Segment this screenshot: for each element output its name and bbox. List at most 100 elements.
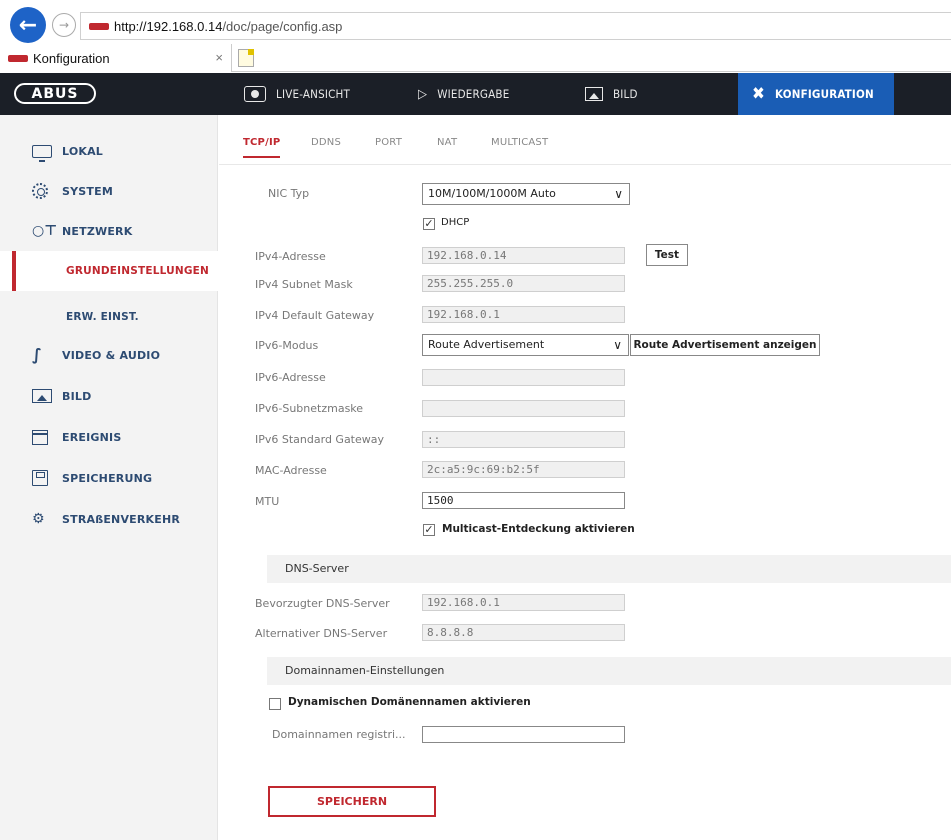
- picture-icon: [585, 87, 603, 101]
- sidebar-item-label: STRAßENVERKEHR: [62, 512, 181, 526]
- ipv6-mode-value: Route Advertisement: [428, 338, 545, 351]
- route-advertisement-button[interactable]: Route Advertisement anzeigen: [630, 334, 820, 356]
- back-arrow-icon[interactable]: ←: [10, 7, 46, 43]
- dynamic-domain-label: Dynamischen Domänennamen aktivieren: [288, 696, 531, 708]
- ipv6-mode-select[interactable]: Route Advertisement ∨: [422, 334, 629, 356]
- picture-icon: [32, 389, 52, 403]
- nic-type-select[interactable]: 10M/100M/1000M Auto ∨: [422, 183, 630, 205]
- multicast-checkbox[interactable]: ✓: [423, 524, 435, 536]
- sidebar-item-label: SPEICHERUNG: [62, 471, 153, 485]
- sidebar-item-ereignis[interactable]: EREIGNIS: [0, 417, 218, 457]
- nav-label: WIEDERGABE: [437, 87, 510, 101]
- dns-section-header: DNS-Server: [267, 555, 951, 583]
- nav-label: BILD: [613, 87, 638, 101]
- site-favicon: [89, 22, 109, 30]
- new-tab-icon[interactable]: [238, 49, 254, 67]
- sidebar-item-label: EREIGNIS: [62, 430, 122, 444]
- tab-ddns[interactable]: DDNS: [311, 137, 341, 148]
- nav-wiedergabe[interactable]: ▷ WIEDERGABE: [418, 73, 509, 115]
- address-bar[interactable]: http://192.168.0.14/doc/page/config.asp: [80, 12, 951, 40]
- network-icon: ○⊤: [32, 223, 58, 239]
- ipv6-gateway-field[interactable]: ::: [422, 431, 625, 448]
- sidebar-item-bild[interactable]: BILD: [0, 376, 218, 416]
- domain-register-label: Domainnamen registri...: [272, 728, 406, 741]
- sidebar-item-label: LOKAL: [62, 144, 104, 158]
- tab-favicon: [8, 54, 28, 62]
- tab-nat[interactable]: NAT: [437, 137, 457, 148]
- browser-chrome: ← → http://192.168.0.14/doc/page/config.…: [0, 0, 951, 72]
- ipv6-subnet-label: IPv6-Subnetzmaske: [255, 402, 364, 415]
- ipv4-gateway-field[interactable]: 192.168.0.1: [422, 306, 625, 323]
- sidebar-item-strassenverkehr[interactable]: ⚙ STRAßENVERKEHR: [0, 499, 218, 539]
- sidebar-item-system[interactable]: SYSTEM: [0, 171, 218, 211]
- sidebar-item-video-audio[interactable]: ∫ VIDEO & AUDIO: [0, 335, 218, 375]
- dhcp-label: DHCP: [441, 217, 470, 228]
- nic-type-label: NIC Typ: [268, 187, 310, 200]
- forward-arrow-icon[interactable]: →: [52, 13, 76, 37]
- preferred-dns-label: Bevorzugter DNS-Server: [255, 597, 390, 610]
- browser-tab[interactable]: Konfiguration ×: [0, 44, 232, 72]
- mtu-label: MTU: [255, 495, 280, 508]
- event-icon: [32, 429, 48, 445]
- ipv4-subnet-label: IPv4 Subnet Mask: [255, 278, 353, 291]
- ipv4-address-field[interactable]: 192.168.0.14: [422, 247, 625, 264]
- ipv6-address-field[interactable]: [422, 369, 625, 386]
- sidebar-item-label: VIDEO & AUDIO: [62, 348, 161, 362]
- tab-tcpip[interactable]: TCP/IP: [243, 137, 281, 158]
- mtu-field[interactable]: 1500: [422, 492, 625, 509]
- sidebar-item-erw-einst[interactable]: ERW. EINST.: [0, 297, 218, 337]
- chevron-down-icon: ∨: [614, 187, 623, 201]
- ipv6-subnet-field[interactable]: [422, 400, 625, 417]
- sidebar-item-lokal[interactable]: LOKAL: [0, 131, 218, 171]
- nic-type-value: 10M/100M/1000M Auto: [428, 187, 556, 200]
- sidebar-item-grundeinstellungen[interactable]: GRUNDEINSTELLUNGEN: [0, 251, 218, 291]
- browser-tabstrip: Konfiguration ×: [0, 44, 951, 72]
- tools-icon: ✖: [752, 84, 766, 104]
- ipv6-mode-label: IPv6-Modus: [255, 339, 319, 352]
- multicast-label: Multicast-Entdeckung aktivieren: [442, 523, 635, 535]
- nav-label: KONFIGURATION: [775, 87, 874, 101]
- close-icon[interactable]: ×: [215, 50, 223, 65]
- dhcp-checkbox[interactable]: ✓: [423, 218, 435, 230]
- sidebar-item-netzwerk[interactable]: ○⊤ NETZWERK: [0, 211, 218, 251]
- sidebar-item-speicherung[interactable]: SPEICHERUNG: [0, 458, 218, 498]
- gear-icon: [32, 183, 48, 199]
- monitor-icon: [32, 144, 52, 162]
- storage-icon: [32, 470, 48, 486]
- domain-section-header: Domainnamen-Einstellungen: [267, 657, 951, 685]
- chevron-down-icon: ∨: [613, 338, 622, 352]
- save-button[interactable]: SPEICHERN: [268, 786, 436, 817]
- tab-title: Konfiguration: [33, 50, 110, 66]
- test-button[interactable]: Test: [646, 244, 688, 266]
- ipv6-gateway-label: IPv6 Standard Gateway: [255, 433, 385, 446]
- eye-icon: [244, 86, 266, 102]
- nav-live-ansicht[interactable]: LIVE-ANSICHT: [244, 73, 350, 115]
- ipv4-gateway-label: IPv4 Default Gateway: [255, 309, 375, 322]
- sidebar-item-label: ERW. EINST.: [66, 311, 139, 323]
- sidebar-item-label: GRUNDEINSTELLUNGEN: [66, 265, 209, 277]
- sidebar-item-label: BILD: [62, 389, 92, 403]
- traffic-icon: ⚙: [32, 511, 45, 527]
- sidebar-item-label: SYSTEM: [62, 184, 113, 198]
- dynamic-domain-checkbox[interactable]: [269, 698, 281, 710]
- mac-address-label: MAC-Adresse: [255, 464, 327, 477]
- nav-konfiguration[interactable]: ✖ KONFIGURATION: [738, 73, 894, 115]
- top-navigation: ABUS LIVE-ANSICHT ▷ WIEDERGABE BILD ✖ KO…: [0, 73, 951, 115]
- nav-bild[interactable]: BILD: [585, 73, 638, 115]
- main-content: TCP/IP DDNS PORT NAT MULTICAST NIC Typ 1…: [219, 115, 951, 840]
- alternate-dns-label: Alternativer DNS-Server: [255, 627, 388, 640]
- play-icon: ▷: [418, 86, 428, 102]
- tab-port[interactable]: PORT: [375, 137, 402, 148]
- ipv4-address-label: IPv4-Adresse: [255, 250, 326, 263]
- preferred-dns-field[interactable]: 192.168.0.1: [422, 594, 625, 611]
- nav-label: LIVE-ANSICHT: [276, 87, 351, 101]
- video-icon: ∫: [32, 345, 42, 364]
- tab-multicast[interactable]: MULTICAST: [491, 137, 548, 148]
- tab-bar: TCP/IP DDNS PORT NAT MULTICAST: [219, 115, 951, 165]
- mac-address-field: 2c:a5:9c:69:b2:5f: [422, 461, 625, 478]
- ipv4-subnet-field[interactable]: 255.255.255.0: [422, 275, 625, 292]
- url-path: /doc/page/config.asp: [222, 18, 343, 34]
- url-host: http://192.168.0.14: [114, 18, 223, 34]
- domain-register-field[interactable]: [422, 726, 625, 743]
- alternate-dns-field[interactable]: 8.8.8.8: [422, 624, 625, 641]
